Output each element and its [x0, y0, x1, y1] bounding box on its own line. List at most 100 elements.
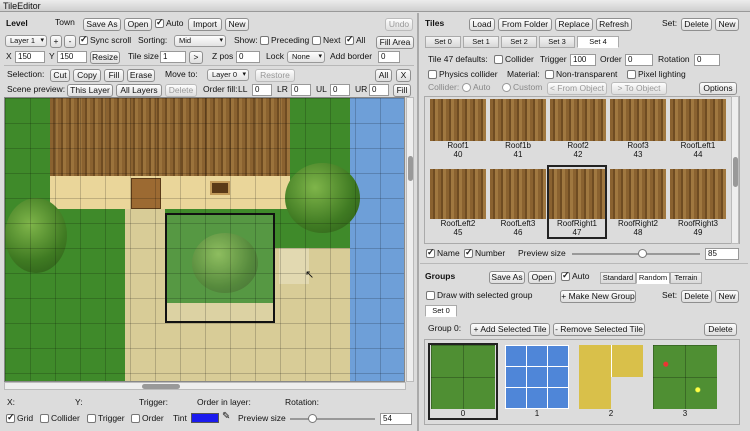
non-transparent-checkbox[interactable] — [545, 70, 554, 79]
tile-item[interactable]: Roof1 40 — [429, 99, 487, 159]
cut-button[interactable]: Cut — [50, 69, 70, 82]
resize-button[interactable]: Resize — [90, 51, 120, 64]
preceding-checkbox[interactable] — [260, 36, 269, 45]
sync-scroll-checkbox[interactable] — [79, 34, 88, 45]
tab-standard[interactable]: Standard — [600, 272, 636, 284]
map-horizontal-scrollbar[interactable] — [4, 382, 406, 390]
group-palette[interactable]: 0 1 2 3 — [424, 339, 740, 425]
from-folder-button[interactable]: From Folder — [498, 18, 552, 31]
panel-divider[interactable] — [417, 13, 419, 431]
tile-palette-scrollbar[interactable] — [731, 96, 739, 244]
refresh-button[interactable]: Refresh — [596, 18, 632, 31]
order-checkbox[interactable] — [131, 414, 140, 423]
undo-button[interactable]: Undo — [385, 18, 413, 31]
trigger-checkbox[interactable] — [87, 414, 96, 423]
tile-item-selected[interactable]: RoofRight1 47 — [547, 165, 607, 239]
tiles-preview-slider[interactable] — [572, 249, 700, 258]
tab-random[interactable]: Random — [636, 272, 670, 284]
lock-dropdown[interactable]: None — [287, 51, 325, 63]
map-vertical-scrollbar[interactable] — [406, 97, 414, 382]
add-border-field[interactable]: 0 — [378, 51, 400, 63]
tile-item[interactable]: RoofLeft3 46 — [489, 169, 547, 237]
all-checkbox[interactable] — [345, 34, 354, 45]
grid-checkbox[interactable] — [6, 412, 15, 423]
erase-button[interactable]: Erase — [127, 69, 155, 82]
tile-item[interactable]: RoofLeft2 45 — [429, 169, 487, 237]
show-name-checkbox[interactable] — [426, 247, 435, 258]
scroll-thumb[interactable] — [733, 157, 738, 187]
groups-open-button[interactable]: Open — [528, 271, 556, 284]
tile-item[interactable]: RoofRight3 49 — [669, 169, 727, 237]
this-layer-button[interactable]: This Layer — [67, 84, 113, 97]
options-button[interactable]: Options — [699, 82, 737, 95]
select-all-button[interactable]: All — [375, 69, 392, 82]
tile-item[interactable]: Roof1b 41 — [489, 99, 547, 159]
slider-knob[interactable] — [308, 414, 317, 423]
collider-checkbox[interactable] — [40, 414, 49, 423]
all-layers-button[interactable]: All Layers — [116, 84, 162, 97]
pixel-lighting-checkbox[interactable] — [627, 70, 636, 79]
tile-item[interactable]: RoofLeft1 44 — [669, 99, 727, 159]
delete-group-button[interactable]: Delete — [704, 323, 737, 336]
ll-field[interactable]: 0 — [252, 84, 272, 96]
tile-item[interactable]: Roof2 42 — [549, 99, 607, 159]
group-item-selected[interactable]: 0 — [428, 343, 498, 420]
level-canvas[interactable]: ↖ — [4, 97, 405, 382]
order-fill-button[interactable]: Fill — [393, 84, 411, 97]
import-button[interactable]: Import — [188, 18, 222, 31]
groups-save-as-button[interactable]: Save As — [489, 271, 525, 284]
tint-color-swatch[interactable] — [191, 413, 219, 423]
tiles-preview-field[interactable]: 85 — [705, 248, 739, 260]
preview-size-field[interactable]: 54 — [380, 413, 412, 425]
group-item[interactable]: 3 — [650, 345, 720, 418]
tile-selection-rect[interactable] — [165, 213, 275, 323]
tab-terrain[interactable]: Terrain — [670, 272, 702, 284]
order-default-field[interactable]: 0 — [625, 54, 653, 66]
fill-area-button[interactable]: Fill Area — [376, 36, 414, 49]
auto-checkbox[interactable] — [155, 17, 164, 28]
open-button[interactable]: Open — [124, 18, 152, 31]
sorting-dropdown[interactable]: Mid — [174, 35, 226, 47]
rotation-default-field[interactable]: 0 — [694, 54, 720, 66]
load-button[interactable]: Load — [469, 18, 495, 31]
remove-selected-tile-button[interactable]: - Remove Selected Tile — [553, 323, 645, 336]
groups-auto-checkbox[interactable] — [561, 270, 570, 281]
tab-set-4[interactable]: Set 4 — [577, 36, 619, 48]
to-object-button[interactable]: > To Object — [611, 82, 667, 95]
tab-set-2[interactable]: Set 2 — [501, 36, 537, 48]
custom-radio[interactable] — [502, 83, 511, 92]
tile-size-apply-button[interactable]: > — [189, 51, 203, 64]
tile-palette[interactable]: Roof1 40 Roof1b 41 Roof2 42 Roof3 43 RoofLef… — [424, 96, 740, 244]
next-checkbox[interactable] — [312, 36, 321, 45]
from-object-button[interactable]: < From Object — [547, 82, 607, 95]
show-number-checkbox[interactable] — [464, 247, 473, 258]
clear-selection-button[interactable]: X — [396, 69, 411, 82]
physics-collider-checkbox[interactable] — [428, 70, 437, 79]
add-selected-tile-button[interactable]: + Add Selected Tile — [470, 323, 550, 336]
copy-button[interactable]: Copy — [73, 69, 101, 82]
groups-tab-set-0[interactable]: Set 0 — [425, 305, 457, 317]
group-item[interactable]: 1 — [502, 345, 572, 418]
ul-field[interactable]: 0 — [330, 84, 350, 96]
slider-knob[interactable] — [638, 249, 647, 258]
move-to-dropdown[interactable]: Layer 0 — [207, 69, 249, 81]
scroll-thumb[interactable] — [142, 384, 180, 389]
make-new-group-button[interactable]: + Make New Group — [560, 290, 636, 303]
layer-dropdown[interactable]: Layer 1 — [5, 35, 47, 47]
trigger-default-field[interactable]: 100 — [570, 54, 596, 66]
groups-new-set-button[interactable]: New — [715, 290, 739, 303]
preview-size-slider[interactable] — [290, 414, 375, 423]
new-level-button[interactable]: New — [225, 18, 249, 31]
remove-layer-button[interactable]: - — [64, 35, 76, 48]
tile-size-field[interactable]: 1 — [160, 51, 186, 63]
tile-item[interactable]: RoofRight2 48 — [609, 169, 667, 237]
lr-field[interactable]: 0 — [291, 84, 311, 96]
delete-preview-button[interactable]: Delete — [165, 84, 197, 97]
group-item[interactable]: 2 — [576, 345, 646, 418]
new-set-button[interactable]: New — [715, 18, 739, 31]
tab-set-0[interactable]: Set 0 — [425, 36, 461, 48]
eyedropper-icon[interactable]: ✎ — [222, 411, 230, 423]
auto-radio[interactable] — [462, 83, 471, 92]
draw-with-group-checkbox[interactable] — [426, 291, 435, 300]
tab-set-3[interactable]: Set 3 — [539, 36, 575, 48]
